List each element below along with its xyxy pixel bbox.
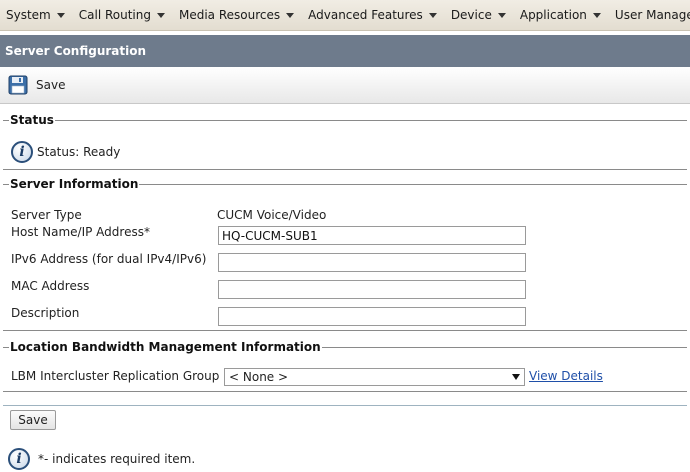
menu-call-routing[interactable]: Call Routing xyxy=(79,8,165,22)
lbm-information-group: Location Bandwidth Management Informatio… xyxy=(3,340,687,392)
menu-device[interactable]: Device xyxy=(451,8,506,22)
lbm-group-selected-value: < None > xyxy=(229,370,289,384)
menu-user-management-label: User Management xyxy=(614,8,690,22)
description-label: Description xyxy=(11,306,80,320)
toolbar-save-button[interactable]: Save xyxy=(8,75,65,95)
menu-application[interactable]: Application xyxy=(520,8,601,22)
ipv6-address-input[interactable] xyxy=(218,253,526,272)
status-row: i Status: Ready xyxy=(11,141,120,163)
page-title-bar: Server Configuration xyxy=(0,35,690,67)
server-type-label: Server Type xyxy=(11,208,82,222)
status-legend: Status xyxy=(10,113,54,127)
menu-user-management[interactable]: User Management xyxy=(615,8,690,22)
chevron-down-icon xyxy=(428,13,437,18)
description-input[interactable] xyxy=(218,307,526,326)
toolbar: Save xyxy=(0,67,690,104)
chevron-down-icon xyxy=(156,13,165,18)
required-note: i *- indicates required item. xyxy=(8,448,195,470)
menu-media-resources-label: Media Resources xyxy=(178,8,281,22)
page-title: Server Configuration xyxy=(5,44,147,58)
menu-device-label: Device xyxy=(450,8,492,22)
server-type-value: CUCM Voice/Video xyxy=(217,208,327,222)
floppy-disk-icon xyxy=(8,75,28,95)
lbm-group-select[interactable]: < None > xyxy=(224,368,525,386)
dropdown-arrow-icon xyxy=(512,374,520,380)
host-name-input[interactable] xyxy=(218,226,526,245)
server-information-group: Server Information Server Type CUCM Voic… xyxy=(3,177,687,331)
server-information-legend: Server Information xyxy=(10,177,139,191)
status-group: Status i Status: Ready xyxy=(3,113,687,170)
chevron-down-icon xyxy=(286,13,295,18)
save-button[interactable]: Save xyxy=(10,410,56,430)
chevron-down-icon xyxy=(56,13,65,18)
chevron-down-icon xyxy=(592,13,601,18)
menu-call-routing-label: Call Routing xyxy=(78,8,151,22)
mac-address-input[interactable] xyxy=(218,280,526,299)
chevron-down-icon xyxy=(497,13,506,18)
menu-system-label: System xyxy=(6,8,51,22)
menu-system[interactable]: System xyxy=(6,8,65,22)
menu-application-label: Application xyxy=(519,8,587,22)
menu-media-resources[interactable]: Media Resources xyxy=(178,8,295,22)
menu-bar: System Call Routing Media Resources Adva… xyxy=(0,0,690,31)
save-button-label: Save xyxy=(18,413,48,427)
lbm-group-label: LBM Intercluster Replication Group xyxy=(11,369,220,383)
status-text: Status: Ready xyxy=(37,145,121,159)
toolbar-save-label: Save xyxy=(36,78,66,92)
menu-advanced-features-label: Advanced Features xyxy=(308,8,423,22)
footer-divider xyxy=(3,405,687,406)
info-icon: i xyxy=(8,448,30,470)
ipv6-address-label: IPv6 Address (for dual IPv4/IPv6) xyxy=(11,252,207,266)
view-details-link[interactable]: View Details xyxy=(529,369,603,383)
lbm-information-legend: Location Bandwidth Management Informatio… xyxy=(10,340,321,354)
host-name-label: Host Name/IP Address* xyxy=(11,225,150,239)
info-icon: i xyxy=(11,141,33,163)
required-note-text: *- indicates required item. xyxy=(38,452,196,466)
menu-advanced-features[interactable]: Advanced Features xyxy=(308,8,437,22)
mac-address-label: MAC Address xyxy=(11,279,90,293)
